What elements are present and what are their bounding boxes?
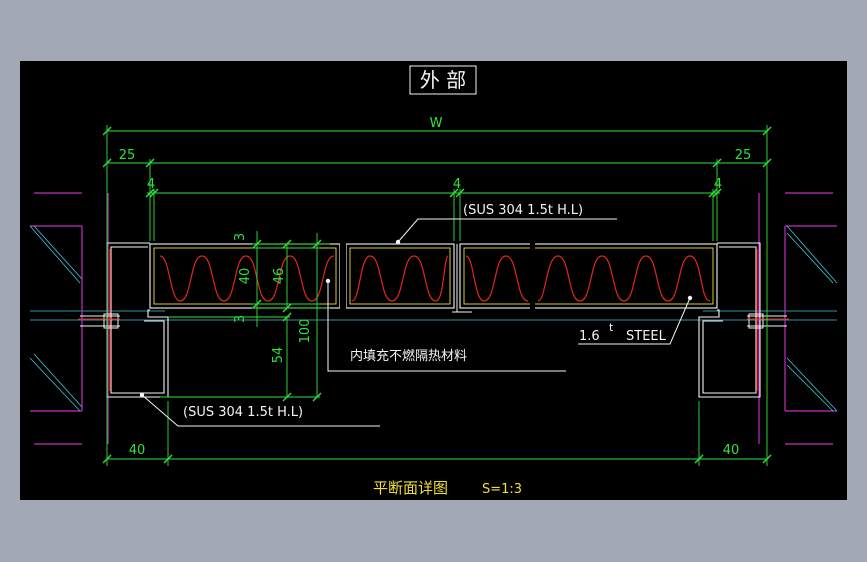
dim-left-25: 25 (119, 148, 136, 163)
dim-left-4: 4 (147, 177, 155, 192)
insulation-center (351, 255, 449, 302)
center-lines (30, 310, 837, 321)
dim-54: 54 (271, 347, 286, 364)
dim-center-4: 4 (453, 177, 461, 192)
dim-100: 100 (298, 319, 313, 344)
panel-center (345, 243, 455, 309)
drawing-canvas: 外 部 W 25 25 4 4 4 3 40 46 3 100 54 40 40… (20, 61, 847, 500)
title-text: 外 部 (420, 68, 466, 92)
leaders (141, 218, 691, 427)
wall-hatch (29, 225, 838, 412)
note-steel-gauge: 1.6 (579, 329, 600, 344)
dim-40: 40 (238, 268, 253, 285)
caption-scale: S=1:3 (482, 482, 522, 497)
note-steel-word: STEEL (626, 329, 667, 344)
dim-right-25: 25 (735, 148, 752, 163)
dim-bottom-right-40: 40 (723, 443, 740, 458)
dim-overall: W (430, 116, 443, 131)
note-steel-sup: t (609, 321, 614, 334)
dim-46: 46 (272, 268, 287, 285)
insulation-right (465, 255, 711, 302)
panel-break-1 (340, 239, 346, 314)
dim-right-4: 4 (714, 177, 722, 192)
caption-text: 平断面详图 (373, 479, 448, 497)
dim-bottom-3: 3 (233, 315, 248, 323)
dim-top-3: 3 (233, 233, 248, 241)
dim-bottom-left-40: 40 (129, 443, 146, 458)
note-infill: 内填充不燃隔热材料 (350, 348, 467, 364)
panel-break-2 (530, 239, 535, 314)
note-sus-bottom: (SUS 304 1.5t H.L) (183, 405, 303, 420)
left-bolt (80, 313, 120, 329)
note-sus-top: (SUS 304 1.5t H.L) (463, 203, 583, 218)
section-drawing: 外 部 W 25 25 4 4 4 3 40 46 3 100 54 40 40… (29, 65, 838, 497)
panel-right (459, 243, 718, 309)
